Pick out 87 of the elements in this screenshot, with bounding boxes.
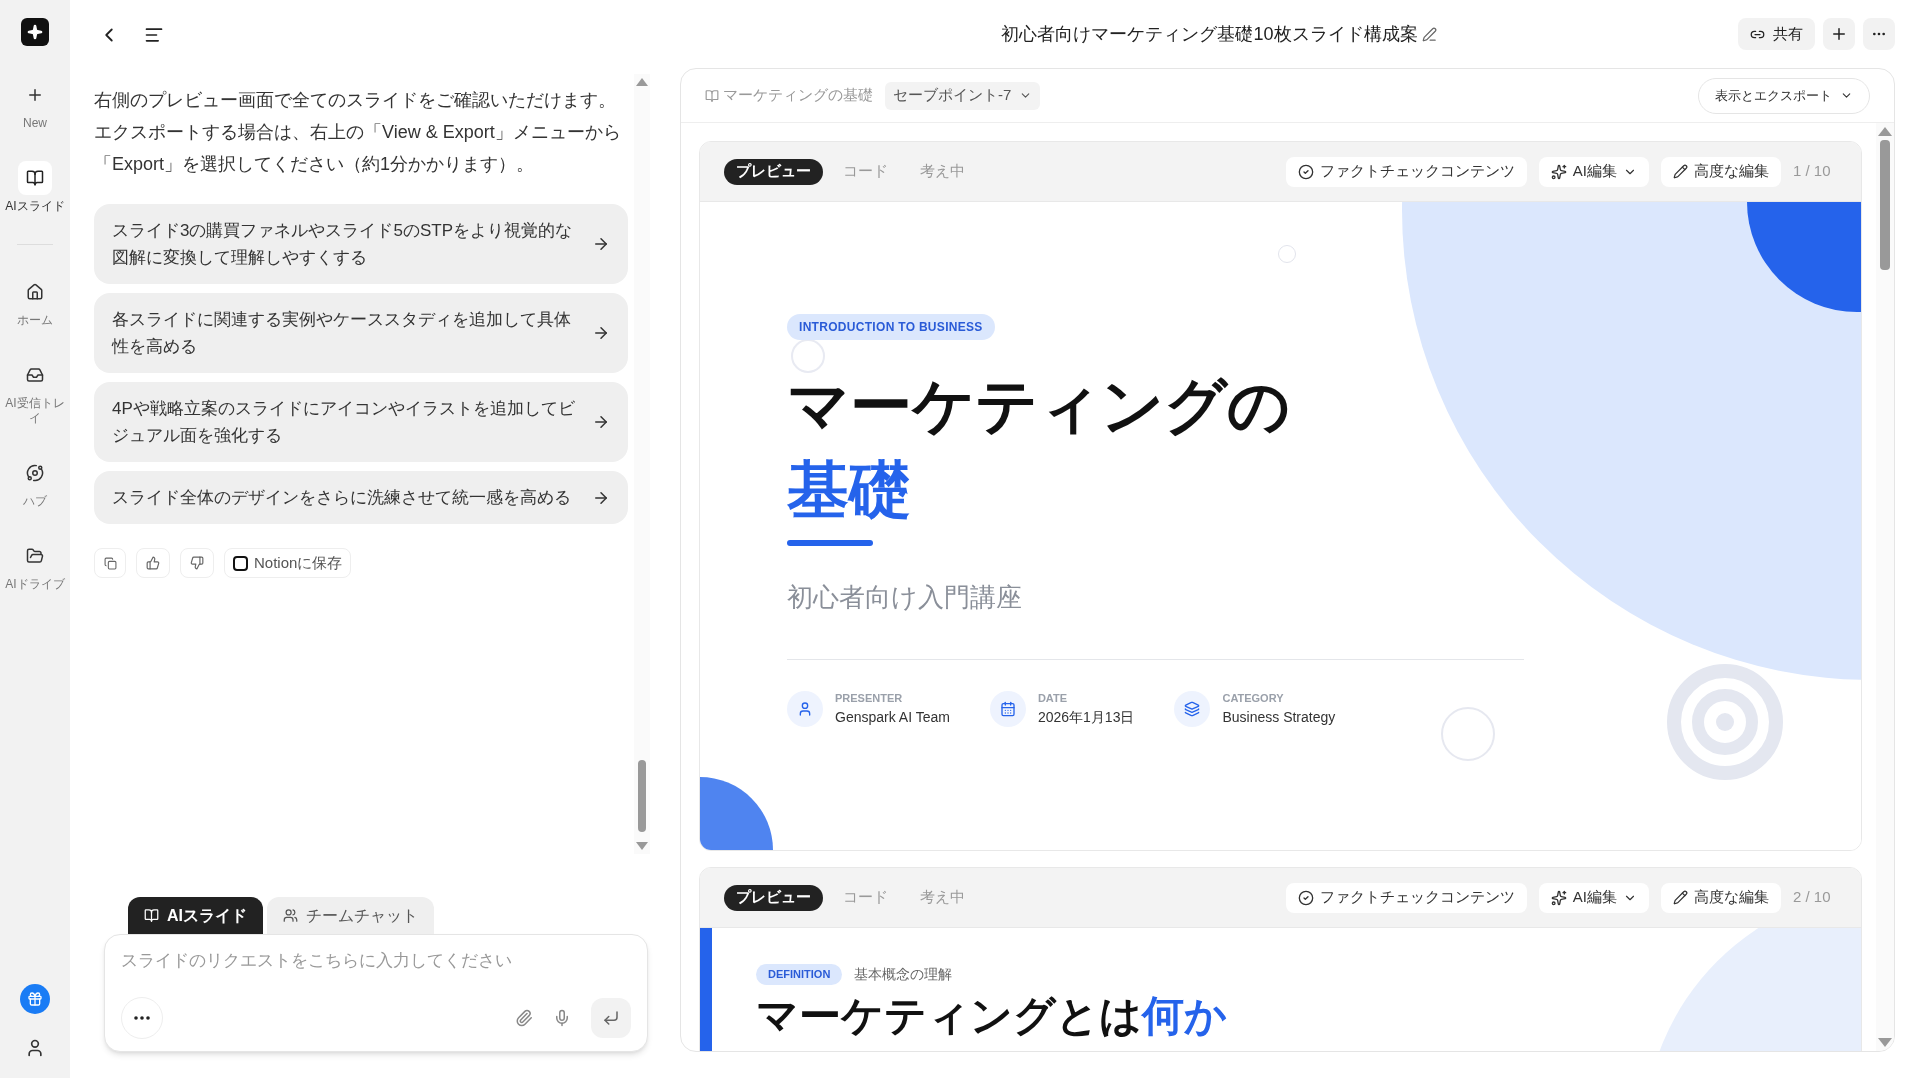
slide-title-highlight: 基礎 <box>787 454 911 526</box>
app-logo[interactable] <box>21 18 49 46</box>
meta-label: DATE <box>1037 691 1069 706</box>
breadcrumb: マーケティングの基礎 <box>723 85 873 106</box>
document-title: 初心者向けマーケティング基礎10枚スライド構成案 <box>1001 22 1418 46</box>
person-icon <box>797 700 813 717</box>
like-button[interactable] <box>136 548 170 578</box>
suggestion-button[interactable]: スライド全体のデザインをさらに洗練させて統一感を高める <box>94 471 628 524</box>
fact-check-button[interactable]: ファクトチェックコンテンツ <box>1285 156 1527 187</box>
preview-scrollbar[interactable] <box>1876 123 1894 1051</box>
send-button[interactable] <box>591 998 631 1038</box>
users-icon <box>283 908 298 923</box>
ai-edit-button[interactable]: AI編集 <box>1538 882 1649 913</box>
sparkles-icon <box>1550 163 1567 180</box>
profile-icon[interactable] <box>25 1038 45 1058</box>
sparkles-icon <box>1550 889 1567 906</box>
slide-title: マーケティングの <box>787 370 1290 442</box>
meta-value: Business Strategy <box>1222 707 1336 727</box>
sidebar-item[interactable]: ホーム <box>2 275 68 328</box>
copy-icon <box>103 556 117 570</box>
meta-value: 2026年1月13日 <box>1037 707 1135 727</box>
slide-title-highlight: 何か <box>1142 991 1227 1041</box>
view-tab[interactable]: プレビュー <box>724 884 823 911</box>
sidebar-item[interactable]: AI受信トレイ <box>2 358 68 426</box>
share-button[interactable]: 共有 <box>1738 18 1815 50</box>
suggestion-button[interactable]: スライド3の購買ファネルやスライド5のSTPをより視覚的な図解に変換して理解しやすくする <box>94 204 628 284</box>
sidebar-item[interactable]: ハブ <box>2 456 68 509</box>
plus-icon <box>1830 25 1848 43</box>
microphone-icon[interactable] <box>553 1009 571 1027</box>
suggestion-button[interactable]: 各スライドに関連する実例やケーススタディを追加して具体性を高める <box>94 293 628 373</box>
dislike-button[interactable] <box>180 548 214 578</box>
page-counter: 1 / 10 <box>1793 161 1832 182</box>
check-circle-icon <box>1297 163 1314 180</box>
notion-save-button[interactable]: Notionに保存 <box>224 548 352 578</box>
add-button[interactable] <box>1823 18 1855 50</box>
fact-check-button[interactable]: ファクトチェックコンテンツ <box>1285 882 1527 913</box>
plus-icon <box>26 86 44 104</box>
advanced-edit-button[interactable]: 高度な編集 <box>1661 156 1781 187</box>
arrow-icon <box>592 413 610 431</box>
book-icon <box>26 169 44 187</box>
thumbs-down-icon <box>190 556 204 570</box>
attach-icon[interactable] <box>515 1009 533 1027</box>
category-badge: INTRODUCTION TO BUSINESS <box>787 314 995 340</box>
view-tab[interactable]: プレビュー <box>724 158 823 185</box>
pencil-icon <box>1673 890 1688 905</box>
category-badge: DEFINITION <box>756 964 843 985</box>
meta-label: PRESENTER <box>835 691 904 706</box>
thumbs-up-icon <box>146 556 160 570</box>
gift-button[interactable] <box>20 984 50 1014</box>
savepoint-dropdown[interactable]: セーブポイント-7 <box>885 81 1041 110</box>
slide-caption: 基本概念の理解 <box>854 965 953 984</box>
folder-icon <box>26 547 44 565</box>
slide-subtitle: 初心者向け入門講座 <box>787 581 1022 614</box>
sidebar-item[interactable]: AIドライブ <box>2 539 68 592</box>
calendar-icon <box>999 700 1016 717</box>
chat-scrollbar[interactable] <box>634 74 650 854</box>
sidebar-item[interactable]: AIスライド <box>2 161 68 214</box>
home-icon <box>26 283 44 301</box>
suggestion-button[interactable]: 4Pや戦略立案のスライドにアイコンやイラストを追加してビジュアル面を強化する <box>94 382 628 462</box>
edit-icon[interactable] <box>1421 26 1437 42</box>
slide-title: マーケティングとは <box>756 991 1142 1041</box>
ai-edit-button[interactable]: AI編集 <box>1538 156 1649 187</box>
inbox-icon <box>26 366 44 384</box>
layers-icon <box>1184 700 1201 717</box>
composer-tab[interactable]: AIスライド <box>128 897 263 934</box>
sidebar-item[interactable]: New <box>2 78 68 131</box>
menu-icon[interactable] <box>144 25 164 45</box>
square-logo-icon <box>233 555 248 571</box>
book-icon <box>705 88 719 103</box>
sparkle-icon <box>27 24 43 40</box>
book-icon <box>144 908 159 923</box>
ellipsis-icon <box>134 1016 150 1020</box>
pencil-icon <box>1673 164 1688 179</box>
copy-button[interactable] <box>94 548 126 578</box>
return-icon <box>602 1009 620 1027</box>
arrow-icon <box>592 324 610 342</box>
meta-label: CATEGORY <box>1222 691 1285 706</box>
arrow-icon <box>592 235 610 253</box>
advanced-edit-button[interactable]: 高度な編集 <box>1661 882 1781 913</box>
assistant-message: 右側のプレビュー画面で全てのスライドをご確認いただけます。エクスポートする場合は、右上の「View & Export」メニューから「Export」を選択してください（約1分かかります）。 <box>94 89 622 176</box>
target-icon <box>1666 663 1784 781</box>
page-counter: 2 / 10 <box>1793 887 1832 908</box>
request-input[interactable]: スライドのリクエストをこちらに入力してください <box>121 947 631 975</box>
meta-value: Genspark AI Team <box>835 707 950 727</box>
composer-tab[interactable]: チームチャット <box>267 897 434 934</box>
check-circle-icon <box>1297 889 1314 906</box>
gift-icon <box>27 991 43 1007</box>
